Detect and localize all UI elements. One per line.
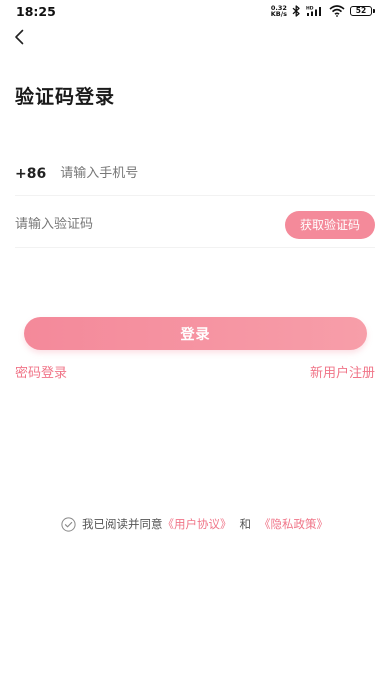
network-speed: 0.32 KB/s <box>270 4 287 18</box>
verification-code-input[interactable] <box>15 217 285 232</box>
agreement-checkbox[interactable] <box>61 516 76 532</box>
bluetooth-icon <box>292 5 301 17</box>
status-bar: 18:25 0.32 KB/s HD 52 <box>0 0 389 22</box>
battery-level: 52 <box>355 6 367 16</box>
agreement: 我已阅读并同意 《用户协议》 和 《隐私政策》 <box>0 516 389 532</box>
check-circle-icon <box>61 516 76 532</box>
login-page: 18:25 0.32 KB/s HD 52 验证码登录 +86 请输入手机号 请… <box>0 0 389 694</box>
phone-input[interactable] <box>60 166 375 181</box>
network-speed-unit: KB/s <box>270 10 287 18</box>
country-code[interactable]: +86 <box>15 166 46 182</box>
phone-row: +86 <box>15 152 375 196</box>
back-arrow-icon <box>13 29 25 49</box>
get-code-button[interactable]: 获取验证码 <box>285 210 375 239</box>
password-login-link[interactable]: 密码登录 <box>15 362 67 381</box>
status-time: 18:25 <box>16 3 56 19</box>
agreement-and: 和 <box>239 517 252 531</box>
login-button[interactable]: 登录 <box>24 317 367 350</box>
agreement-prefix: 我已阅读并同意 <box>82 517 163 531</box>
code-row: 获取验证码 <box>15 202 375 248</box>
battery-icon: 52 <box>350 6 375 16</box>
privacy-policy-link[interactable]: 《隐私政策》 <box>259 516 328 532</box>
status-icons: 0.32 KB/s HD 52 <box>270 4 375 18</box>
user-agreement-link[interactable]: 《用户协议》 <box>163 516 232 532</box>
page-title: 验证码登录 <box>15 86 116 108</box>
svg-text:HD: HD <box>306 6 314 12</box>
hd-signal-icon: HD <box>306 5 324 17</box>
wifi-icon <box>329 5 345 17</box>
back-button[interactable] <box>8 28 30 50</box>
register-link[interactable]: 新用户注册 <box>310 362 375 381</box>
